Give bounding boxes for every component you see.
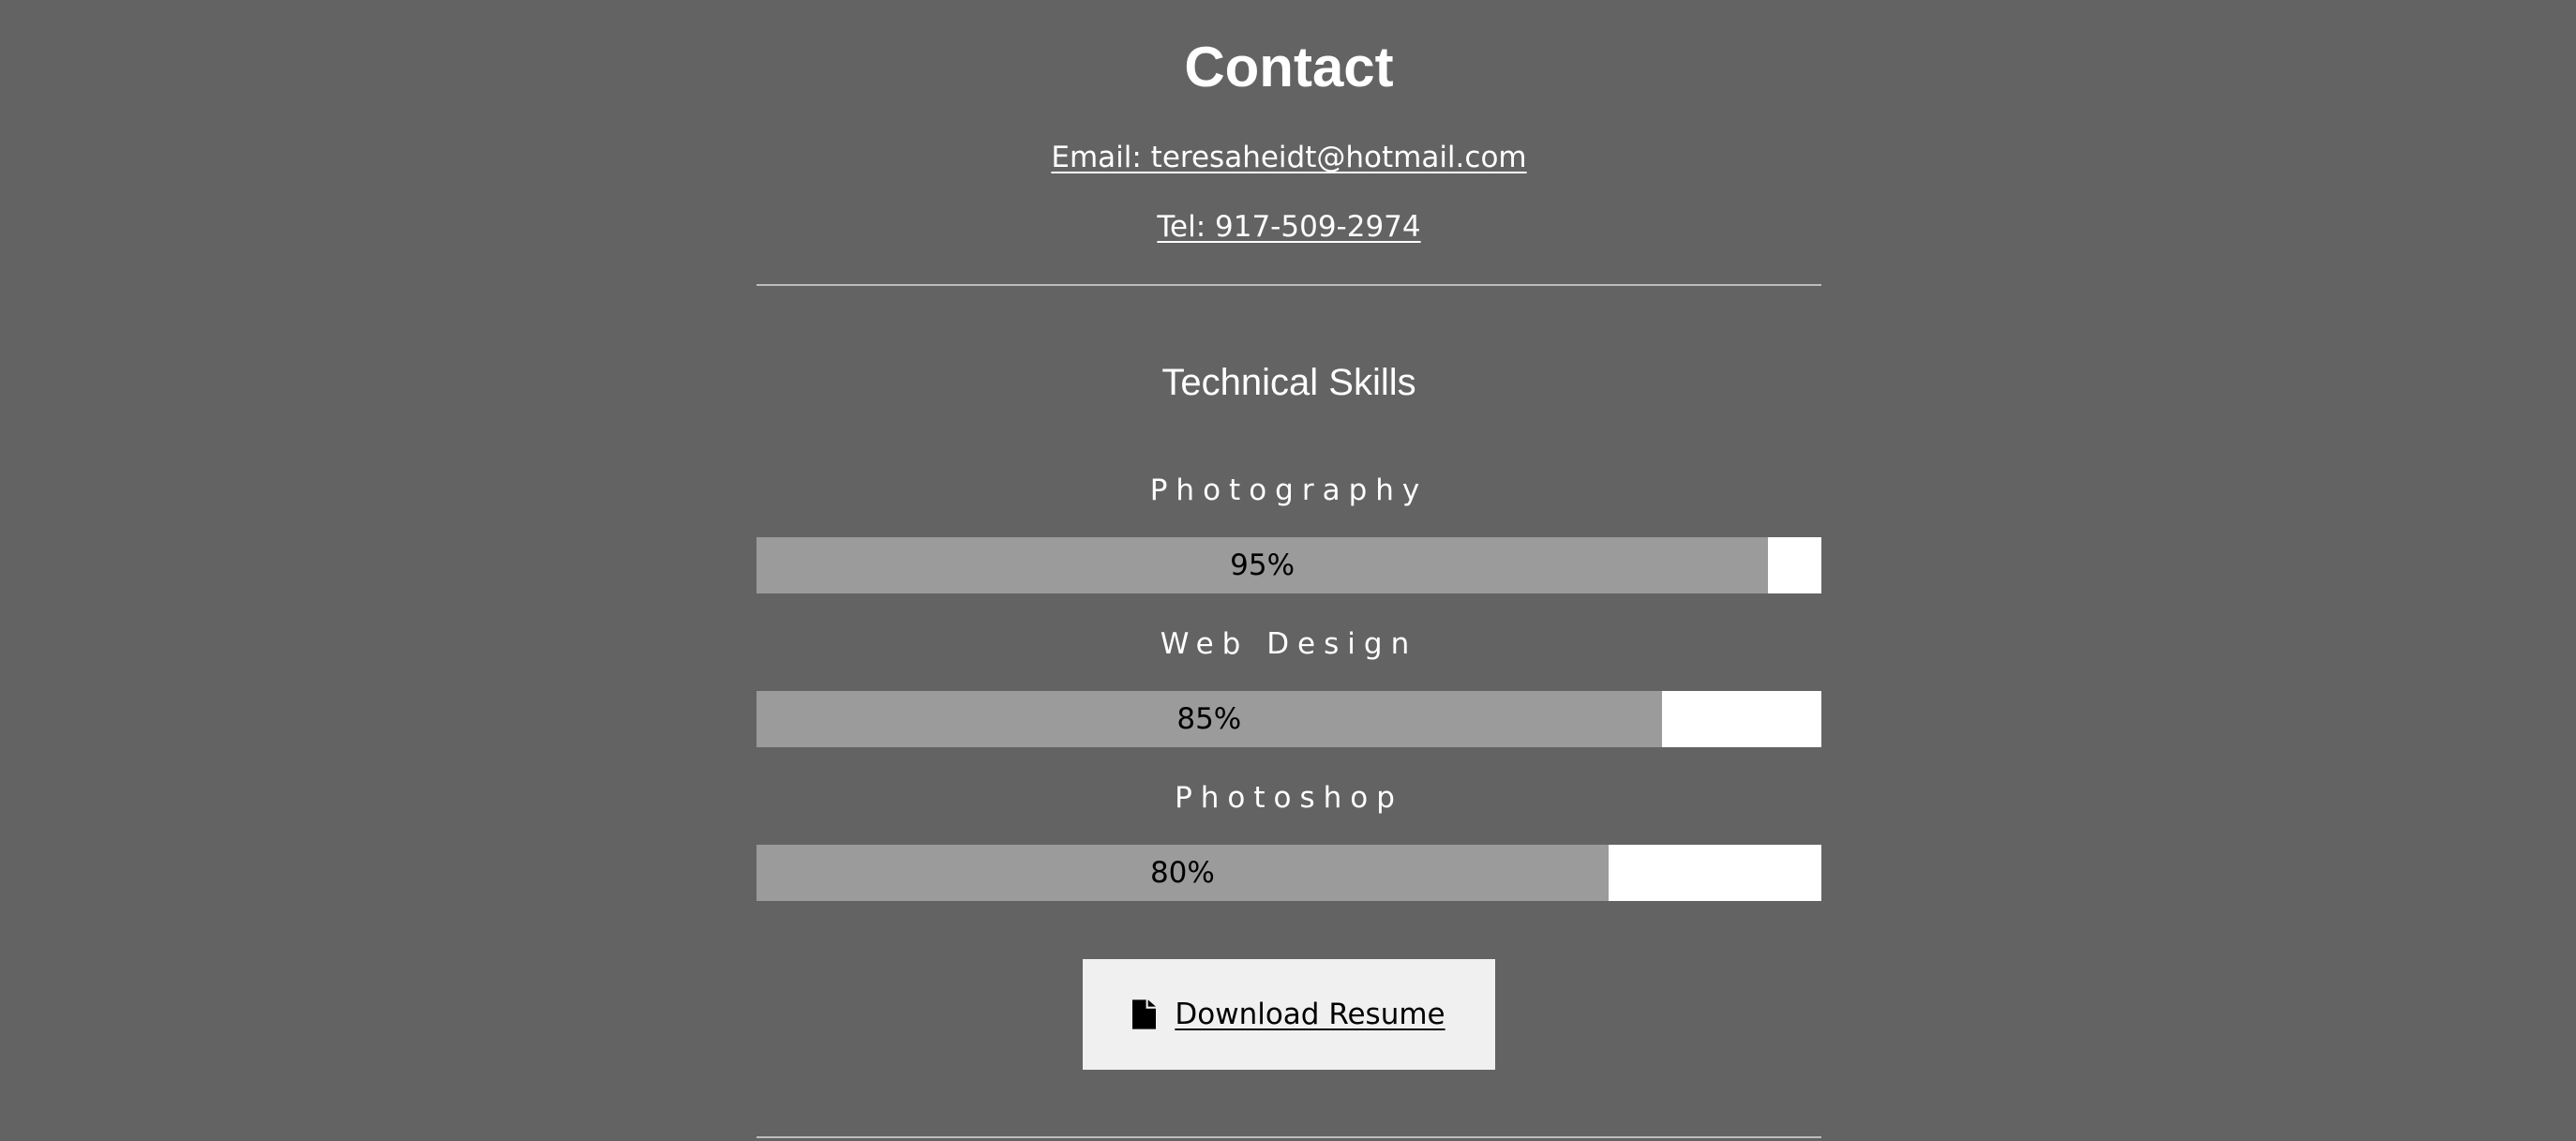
skill-label-photoshop: Photoshop: [1175, 781, 1403, 815]
skill-bar-web-design: 85%: [756, 691, 1821, 747]
file-icon: [1132, 999, 1157, 1029]
section-divider-bottom: [756, 1136, 1821, 1138]
email-line: Email: teresaheidt@hotmail.com: [756, 137, 1821, 178]
download-resume-label: Download Resume: [1175, 998, 1445, 1031]
skill-bar-fill: 85%: [756, 691, 1662, 747]
tel-link[interactable]: Tel: 917-509-2974: [1157, 210, 1420, 244]
section-divider: [756, 284, 1821, 286]
skills-title: Technical Skills: [1161, 362, 1416, 403]
email-link[interactable]: Email: teresaheidt@hotmail.com: [1051, 141, 1526, 174]
contact-title: Contact: [1184, 36, 1394, 98]
skill-bar-photography: 95%: [756, 537, 1821, 593]
skill-bar-fill: 80%: [756, 845, 1609, 901]
skill-bar-fill: 95%: [756, 537, 1769, 593]
skill-label-photography: Photography: [1149, 473, 1429, 507]
skill-label-web-design: Web Design: [1160, 627, 1418, 661]
download-resume-button[interactable]: Download Resume: [1083, 959, 1495, 1070]
tel-line: Tel: 917-509-2974: [756, 206, 1821, 248]
skill-bar-photoshop: 80%: [756, 845, 1821, 901]
contact-section: Contact Email: teresaheidt@hotmail.com T…: [756, 0, 1821, 1141]
